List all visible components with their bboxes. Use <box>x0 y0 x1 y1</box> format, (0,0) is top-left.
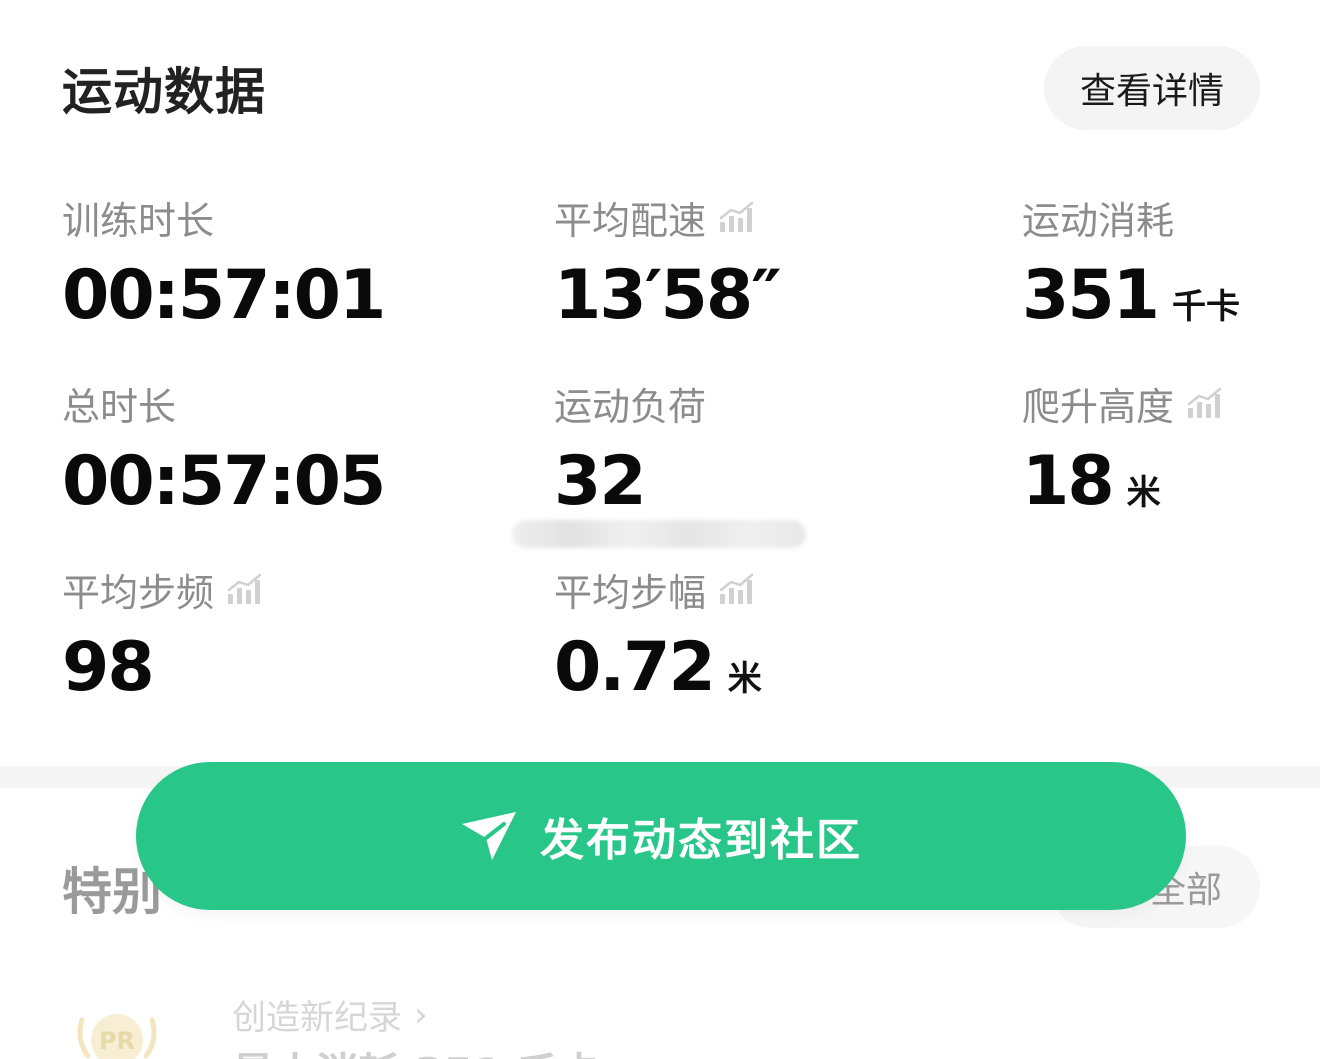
metric-average-stride[interactable]: 平均步幅 0.72 米 <box>554 564 994 708</box>
metric-elevation-gain[interactable]: 爬升高度 18 米 <box>1022 378 1302 521</box>
metric-unit: 千卡 <box>1171 287 1240 327</box>
metric-value: 351 <box>1022 256 1160 335</box>
record-title: 最大消耗 351 千卡 <box>232 1040 601 1059</box>
metric-value: 18 <box>1022 442 1115 521</box>
trend-chart-icon[interactable] <box>718 572 756 606</box>
metric-average-pace[interactable]: 平均配速 13′58″ <box>554 192 994 336</box>
metric-label: 运动消耗 <box>1022 198 1175 243</box>
post-to-community-label: 发布动态到社区 <box>540 815 862 866</box>
metric-average-cadence[interactable]: 平均步频 98 <box>62 564 502 707</box>
metric-label: 平均步频 <box>62 570 215 615</box>
metric-value: 00:57:01 <box>62 256 386 335</box>
metric-value: 0.72 <box>554 628 716 707</box>
metric-label: 运动负荷 <box>554 384 707 429</box>
metric-unit: 米 <box>727 659 762 699</box>
metric-training-load: 运动负荷 32 <box>554 378 994 522</box>
metric-label: 训练时长 <box>62 198 215 243</box>
trend-chart-icon[interactable] <box>226 572 264 606</box>
chevron-right-icon: › <box>414 994 428 1035</box>
record-subtitle[interactable]: 创造新纪录 › <box>232 990 428 1039</box>
trend-chart-icon[interactable] <box>718 200 756 234</box>
send-icon <box>462 812 516 860</box>
page-title: 运动数据 <box>62 63 266 121</box>
metric-unit: 米 <box>1126 473 1161 513</box>
metric-label: 总时长 <box>62 384 177 429</box>
metric-training-duration: 训练时长 00:57:01 <box>62 192 502 336</box>
view-details-button[interactable]: 查看详情 <box>1044 46 1260 130</box>
metric-calories: 运动消耗 351 千卡 <box>1022 192 1302 336</box>
metric-value: 00:57:05 <box>62 442 386 521</box>
workout-summary-page: 运动数据 查看详情 训练时长 00:57:01 平均配速 13′58″ 运动消耗… <box>0 0 1320 1059</box>
metric-value: 13′58″ <box>554 256 782 335</box>
post-to-community-button[interactable]: 发布动态到社区 <box>136 762 1186 910</box>
metric-label: 平均步幅 <box>554 570 707 615</box>
metric-value: 32 <box>554 442 647 521</box>
svg-text:PR: PR <box>99 1027 135 1055</box>
metric-value: 98 <box>62 628 155 707</box>
metric-label: 平均配速 <box>554 198 707 243</box>
blurred-watermark <box>512 520 806 548</box>
trend-chart-icon[interactable] <box>1186 386 1224 420</box>
record-subtitle-text: 创造新纪录 <box>232 998 402 1038</box>
metric-label: 爬升高度 <box>1022 384 1175 429</box>
pr-badge-icon: PR <box>77 1014 157 1059</box>
metric-total-duration: 总时长 00:57:05 <box>62 378 502 522</box>
